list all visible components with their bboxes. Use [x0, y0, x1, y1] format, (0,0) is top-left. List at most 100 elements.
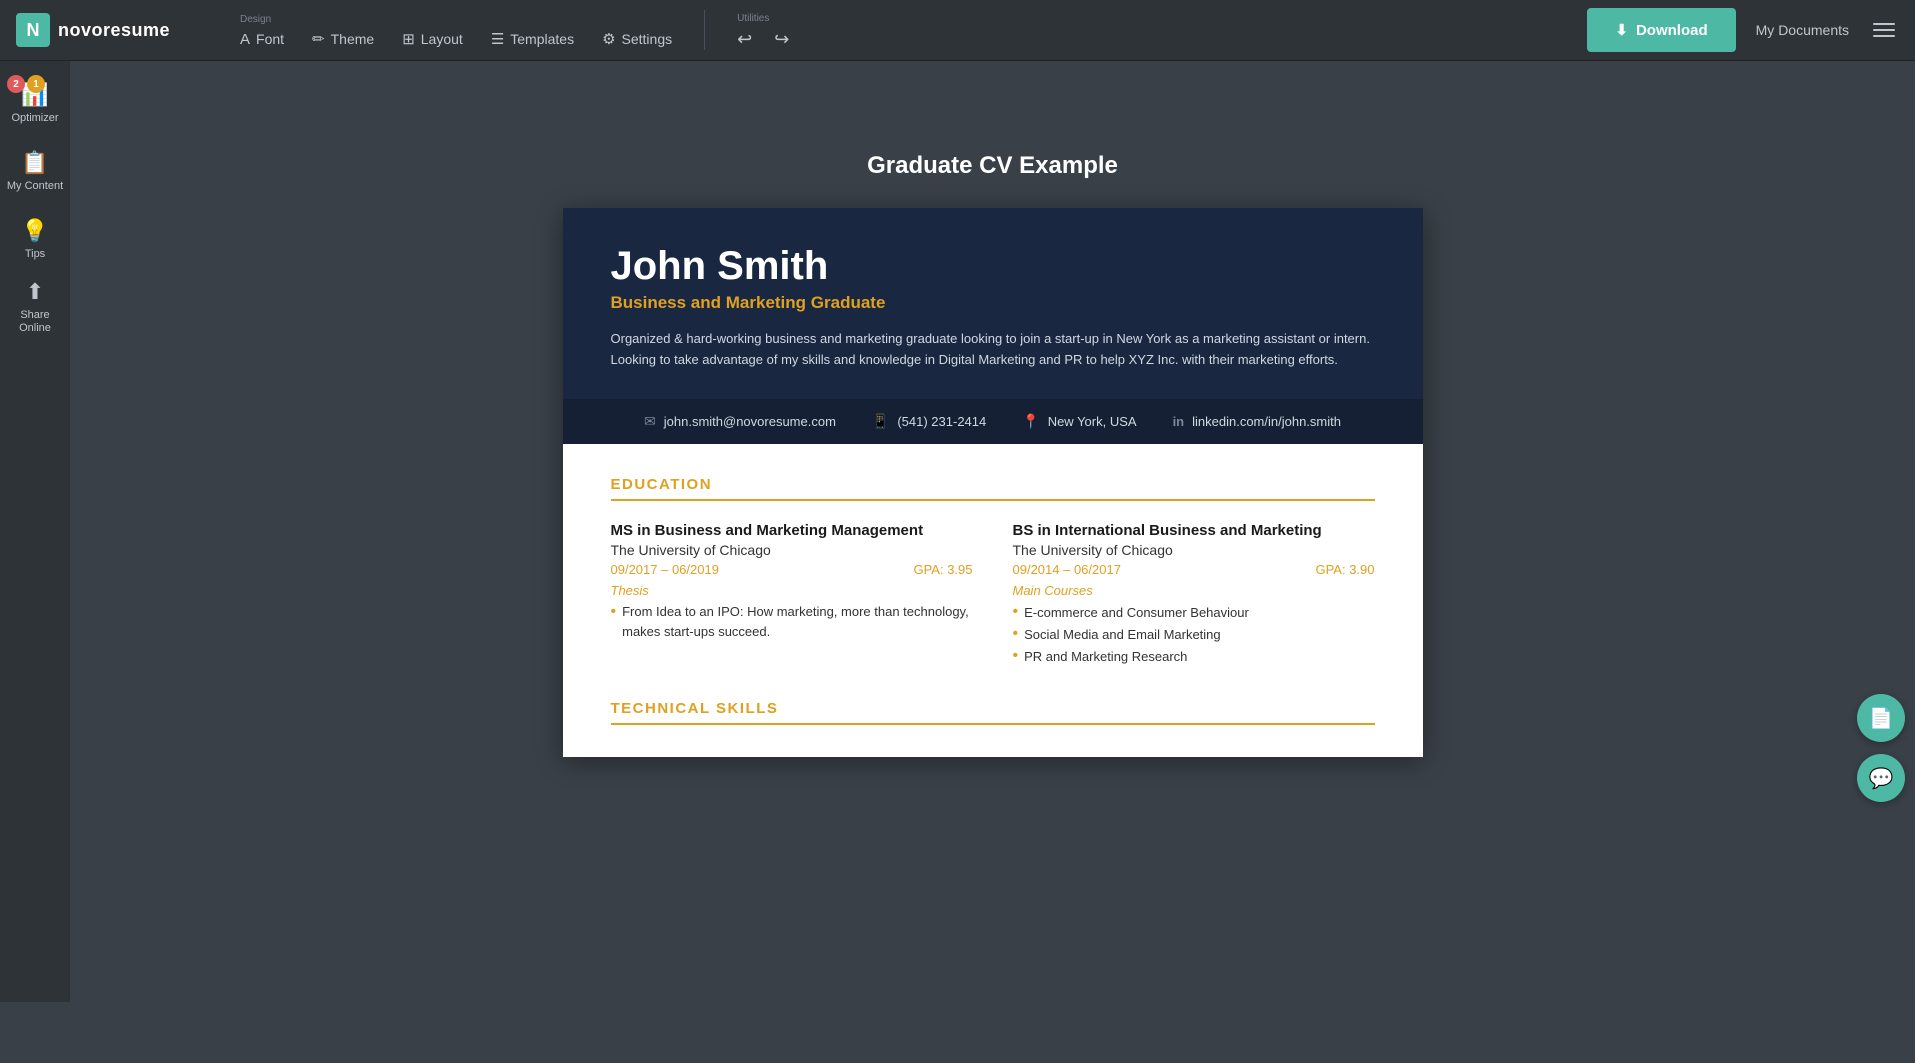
redo-button[interactable]: ↪: [764, 23, 799, 56]
download-icon: ⬇: [1615, 21, 1628, 39]
cv-linkedin: in linkedin.com/in/john.smith: [1173, 414, 1341, 429]
linkedin-value: linkedin.com/in/john.smith: [1192, 414, 1341, 429]
edu-degree-2: BS in International Business and Marketi…: [1013, 521, 1375, 541]
hamburger-line-3: [1873, 35, 1895, 37]
right-floating-buttons: 📄 💬: [1857, 694, 1915, 802]
templates-button[interactable]: ☰ Templates: [477, 24, 588, 54]
my-documents-link[interactable]: My Documents: [1756, 22, 1849, 38]
thesis-content: From Idea to an IPO: How marketing, more…: [622, 602, 972, 641]
font-icon: A: [240, 31, 250, 48]
cv-phone: 📱 (541) 231-2414: [872, 413, 986, 430]
cv-contact-bar: ✉ john.smith@novoresume.com 📱 (541) 231-…: [563, 399, 1423, 444]
location-icon: 📍: [1022, 413, 1039, 430]
cv-job-title: Business and Marketing Graduate: [611, 293, 1375, 313]
settings-button[interactable]: ⚙ Settings: [588, 24, 686, 54]
email-icon: ✉: [644, 413, 656, 430]
undo-button[interactable]: ↩: [727, 23, 762, 56]
theme-button[interactable]: ✏ Theme: [298, 24, 388, 54]
tips-label: Tips: [25, 248, 45, 260]
layout-label: Layout: [421, 31, 463, 47]
edu-sub-label-2: Main Courses: [1013, 583, 1375, 598]
design-items: A Font ✏ Theme ⊞ Layout ☰ Templates ⚙: [226, 24, 686, 54]
location-value: New York, USA: [1048, 414, 1137, 429]
course-list: • E-commerce and Consumer Behaviour • So…: [1013, 602, 1375, 668]
edu-school-1: The University of Chicago: [611, 542, 973, 558]
download-button[interactable]: ⬇ Download: [1587, 8, 1735, 52]
tips-icon: 💡: [21, 218, 48, 244]
nav-right: ⬇ Download My Documents: [1575, 8, 1899, 52]
edu-sub-label-1: Thesis: [611, 583, 973, 598]
download-label: Download: [1636, 22, 1708, 39]
chat-float-icon: 💬: [1869, 766, 1894, 791]
chat-floating-button[interactable]: 💬: [1857, 754, 1905, 802]
email-value: john.smith@novoresume.com: [664, 414, 836, 429]
share-online-label: Share Online: [3, 309, 67, 335]
share-online-icon: ⬆: [26, 279, 44, 305]
nav-center: Design A Font ✏ Theme ⊞ Layout ☰ Templat…: [216, 0, 1575, 61]
edu-dates-1: 09/2017 – 06/2019: [611, 562, 719, 577]
design-label: Design: [230, 14, 271, 25]
theme-icon: ✏: [312, 30, 325, 48]
sidebar-item-my-content[interactable]: 📋 My Content: [3, 139, 67, 203]
logo-text: novoresume: [58, 20, 170, 41]
edu-school-2: The University of Chicago: [1013, 542, 1375, 558]
my-content-label: My Content: [7, 180, 63, 192]
phone-icon: 📱: [872, 413, 889, 430]
left-sidebar: 2 1 📊 Optimizer 📋 My Content 💡 Tips ⬆ Sh…: [0, 61, 70, 1002]
templates-label: Templates: [510, 31, 574, 47]
phone-value: (541) 231-2414: [897, 414, 986, 429]
layout-button[interactable]: ⊞ Layout: [388, 24, 477, 54]
edu-gpa-2: GPA: 3.90: [1315, 562, 1374, 577]
sidebar-item-optimizer[interactable]: 2 1 📊 Optimizer: [3, 71, 67, 135]
edu-meta-1: 09/2017 – 06/2019 GPA: 3.95: [611, 562, 973, 577]
logo-icon: N: [16, 13, 50, 47]
theme-label: Theme: [331, 31, 375, 47]
course-bullet-2: •: [1013, 624, 1019, 643]
course-item-3: • PR and Marketing Research: [1013, 646, 1375, 668]
my-content-icon: 📋: [21, 150, 48, 176]
education-item-2: BS in International Business and Marketi…: [1013, 521, 1375, 669]
course-text-3: PR and Marketing Research: [1024, 646, 1187, 668]
top-navigation: N novoresume Design A Font ✏ Theme ⊞ Lay…: [0, 0, 1915, 61]
document-floating-button[interactable]: 📄: [1857, 694, 1905, 742]
logo-area: N novoresume: [16, 13, 216, 47]
education-grid: MS in Business and Marketing Management …: [611, 521, 1375, 677]
utilities-label: Utilities: [727, 13, 769, 24]
hamburger-line-1: [1873, 23, 1895, 25]
font-label: Font: [256, 31, 284, 47]
hamburger-menu[interactable]: [1869, 19, 1899, 41]
edu-thesis-text: • From Idea to an IPO: How marketing, mo…: [611, 602, 973, 641]
thesis-bullet: •: [611, 602, 617, 621]
linkedin-icon: in: [1173, 414, 1185, 429]
layout-icon: ⊞: [402, 30, 415, 48]
course-text-1: E-commerce and Consumer Behaviour: [1024, 602, 1249, 624]
technical-skills-title: TECHNICAL SKILLS: [611, 676, 1375, 725]
cv-summary: Organized & hard-working business and ma…: [611, 329, 1375, 371]
sidebar-item-share-online[interactable]: ⬆ Share Online: [3, 275, 67, 339]
cv-preview: John Smith Business and Marketing Gradua…: [563, 208, 1423, 757]
undo-redo-group: ↩ ↪: [727, 23, 799, 56]
cv-location: 📍 New York, USA: [1022, 413, 1136, 430]
course-item-2: • Social Media and Email Marketing: [1013, 624, 1375, 646]
badge-yellow: 1: [27, 75, 45, 93]
education-section-title: EDUCATION: [611, 476, 1375, 501]
optimizer-label: Optimizer: [11, 112, 58, 124]
cv-header: John Smith Business and Marketing Gradua…: [563, 208, 1423, 399]
hamburger-line-2: [1873, 29, 1895, 31]
design-group: Design A Font ✏ Theme ⊞ Layout ☰ Templat…: [216, 6, 696, 54]
templates-icon: ☰: [491, 30, 504, 48]
course-bullet-3: •: [1013, 646, 1019, 665]
utilities-items: ↩ ↪: [723, 23, 803, 56]
badge-red: 2: [7, 75, 25, 93]
sidebar-item-tips[interactable]: 💡 Tips: [3, 207, 67, 271]
cv-email: ✉ john.smith@novoresume.com: [644, 413, 836, 430]
course-item-1: • E-commerce and Consumer Behaviour: [1013, 602, 1375, 624]
course-text-2: Social Media and Email Marketing: [1024, 624, 1221, 646]
edu-gpa-1: GPA: 3.95: [913, 562, 972, 577]
cv-body: EDUCATION MS in Business and Marketing M…: [563, 444, 1423, 758]
course-bullet-1: •: [1013, 602, 1019, 621]
settings-icon: ⚙: [602, 30, 615, 48]
font-button[interactable]: A Font: [226, 25, 298, 54]
education-item-1: MS in Business and Marketing Management …: [611, 521, 973, 669]
cv-name: John Smith: [611, 244, 1375, 289]
